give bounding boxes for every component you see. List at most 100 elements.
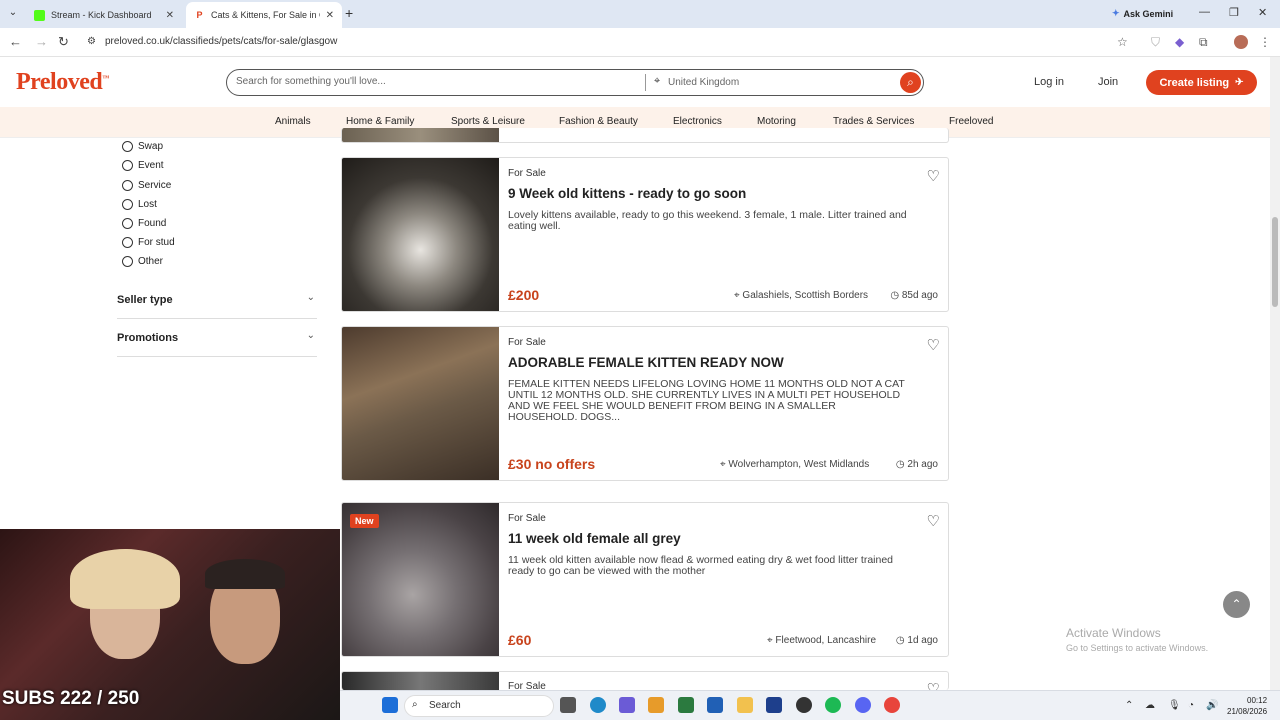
radio-service[interactable]: Service (122, 180, 171, 191)
browser-menu-icon[interactable]: ⋮ (1259, 35, 1271, 49)
taskbar-clock[interactable]: 00:12 21/08/2026 (1227, 695, 1267, 717)
tab-list-chevron-icon[interactable]: ⌄ (6, 6, 20, 20)
ask-gemini-button[interactable]: ✦ Ask Gemini (1106, 4, 1179, 23)
shield-extension-icon[interactable]: ⛉ (1151, 35, 1160, 50)
obs-icon[interactable] (796, 697, 812, 713)
bookmark-star-icon[interactable]: ☆ (1117, 35, 1128, 49)
listing-description: 11 week old kitten available now flead &… (508, 554, 894, 577)
radio-swap[interactable]: Swap (122, 141, 163, 152)
radio-found[interactable]: Found (122, 218, 166, 229)
windows-start-icon[interactable] (382, 697, 398, 713)
favorite-heart-icon[interactable]: ♡ (927, 512, 940, 530)
tray-chevron-up-icon[interactable]: ⌃ (1125, 700, 1133, 711)
logo-text: Preloved (16, 69, 103, 95)
listing-description: Lovely kittens available, ready to go th… (508, 209, 907, 232)
listing-card[interactable]: For Sale ADORABLE FEMALE KITTEN READY NO… (341, 326, 949, 481)
taskbar-search[interactable]: Search (404, 695, 554, 717)
favorite-heart-icon[interactable]: ♡ (927, 336, 940, 354)
nav-item-fashion-beauty[interactable]: Fashion & Beauty (559, 116, 638, 127)
filter-seller-type[interactable]: Seller type ⌄ (117, 282, 317, 319)
activate-windows-title: Activate Windows (1066, 626, 1161, 640)
login-link[interactable]: Log in (1034, 76, 1064, 88)
file-explorer-icon[interactable] (737, 697, 753, 713)
chrome-icon[interactable] (884, 697, 900, 713)
listing-image[interactable] (342, 128, 499, 142)
create-listing-button[interactable]: Create listing ✈ (1146, 70, 1257, 95)
listing-image[interactable] (342, 327, 499, 480)
discord-icon[interactable] (855, 697, 871, 713)
close-window-icon[interactable]: ✕ (1258, 6, 1267, 19)
listing-title[interactable]: 9 Week old kittens - ready to go soon (508, 186, 746, 201)
close-tab-icon[interactable]: ✕ (326, 10, 334, 21)
tab-preloved[interactable]: P Cats & Kittens, For Sale in Glasg ✕ (186, 2, 342, 28)
forward-arrow-icon[interactable]: → (35, 34, 48, 49)
profile-avatar[interactable] (1234, 35, 1248, 49)
app-icon[interactable] (678, 697, 694, 713)
tab-title: Stream - Kick Dashboard (51, 10, 152, 20)
listing-title[interactable]: ADORABLE FEMALE KITTEN READY NOW (508, 355, 784, 370)
microphone-icon[interactable]: 🎙 (1168, 700, 1181, 711)
radio-other[interactable]: Other (122, 256, 163, 267)
favorite-heart-icon[interactable]: ♡ (927, 680, 940, 690)
search-input[interactable] (236, 76, 636, 87)
radio-circle-icon (122, 256, 133, 267)
nav-item-animals[interactable]: Animals (275, 116, 311, 127)
listing-image[interactable] (342, 158, 499, 311)
create-listing-label: Create listing (1159, 76, 1230, 89)
nav-item-trades-services[interactable]: Trades & Services (833, 116, 914, 127)
task-view-icon[interactable] (560, 697, 576, 713)
webcam-hair-dark (205, 559, 285, 589)
onedrive-icon[interactable]: ☁ (1145, 700, 1155, 711)
restore-icon[interactable]: ❐ (1229, 6, 1239, 19)
copilot-icon[interactable] (648, 697, 664, 713)
filter-label: Seller type (117, 294, 173, 306)
extension-icon[interactable]: ◆ (1175, 35, 1184, 49)
scrollbar-thumb[interactable] (1272, 217, 1278, 307)
volume-icon[interactable]: 🔊 (1206, 700, 1218, 711)
extensions-puzzle-icon[interactable]: ⧉ (1199, 35, 1208, 50)
spotify-icon[interactable] (825, 697, 841, 713)
store-icon[interactable] (766, 697, 782, 713)
nav-item-sports-leisure[interactable]: Sports & Leisure (451, 116, 525, 127)
reload-icon[interactable]: ↻ (58, 34, 69, 50)
join-link[interactable]: Join (1098, 76, 1118, 88)
clock-icon: ◷ (890, 290, 902, 301)
page-scrollbar[interactable] (1270, 57, 1280, 690)
back-arrow-icon[interactable]: ← (9, 34, 22, 49)
edge-icon[interactable] (590, 697, 606, 713)
close-tab-icon[interactable]: ✕ (166, 10, 174, 21)
listing-image[interactable] (342, 672, 499, 690)
radio-event[interactable]: Event (122, 160, 164, 171)
minimize-icon[interactable]: — (1199, 6, 1210, 18)
radio-lost[interactable]: Lost (122, 199, 157, 210)
location-field[interactable]: United Kingdom (668, 77, 739, 88)
teams-icon[interactable] (619, 697, 635, 713)
nav-item-electronics[interactable]: Electronics (673, 116, 722, 127)
wifi-icon[interactable]: ◔ (1188, 700, 1194, 711)
listing-card-partial[interactable] (341, 128, 949, 143)
outlook-icon[interactable] (707, 697, 723, 713)
radio-for-stud[interactable]: For stud (122, 237, 175, 248)
radio-circle-icon (122, 199, 133, 210)
listing-location-text: Fleetwood, Lancashire (775, 635, 877, 646)
url-field[interactable]: preloved.co.uk/classifieds/pets/cats/for… (105, 36, 337, 47)
nav-item-freeloved[interactable]: Freeloved (949, 116, 993, 127)
tab-kick-dashboard[interactable]: Stream - Kick Dashboard ✕ (26, 2, 182, 28)
listing-card[interactable]: New For Sale 11 week old female all grey… (341, 502, 949, 657)
listing-type: For Sale (508, 513, 546, 524)
favorite-heart-icon[interactable]: ♡ (927, 167, 940, 185)
taskbar-search-label: Search (429, 700, 461, 711)
back-to-top-button[interactable]: ⌃ (1223, 591, 1250, 618)
site-info-icon[interactable]: ⚙ (87, 36, 96, 47)
search-button[interactable]: ⌕ (900, 72, 921, 93)
radio-circle-icon (122, 218, 133, 229)
preloved-logo[interactable]: Preloved™ (16, 69, 109, 96)
nav-item-home-family[interactable]: Home & Family (346, 116, 414, 127)
listing-card[interactable]: For Sale 9 Week old kittens - ready to g… (341, 157, 949, 312)
listing-card-partial[interactable]: For Sale ♡ (341, 671, 949, 690)
filter-promotions[interactable]: Promotions ⌄ (117, 320, 317, 357)
nav-item-motoring[interactable]: Motoring (757, 116, 796, 127)
listing-title[interactable]: 11 week old female all grey (508, 531, 681, 546)
location-pin-icon: ⌖ (654, 75, 661, 87)
new-tab-plus-icon[interactable]: + (345, 5, 353, 21)
